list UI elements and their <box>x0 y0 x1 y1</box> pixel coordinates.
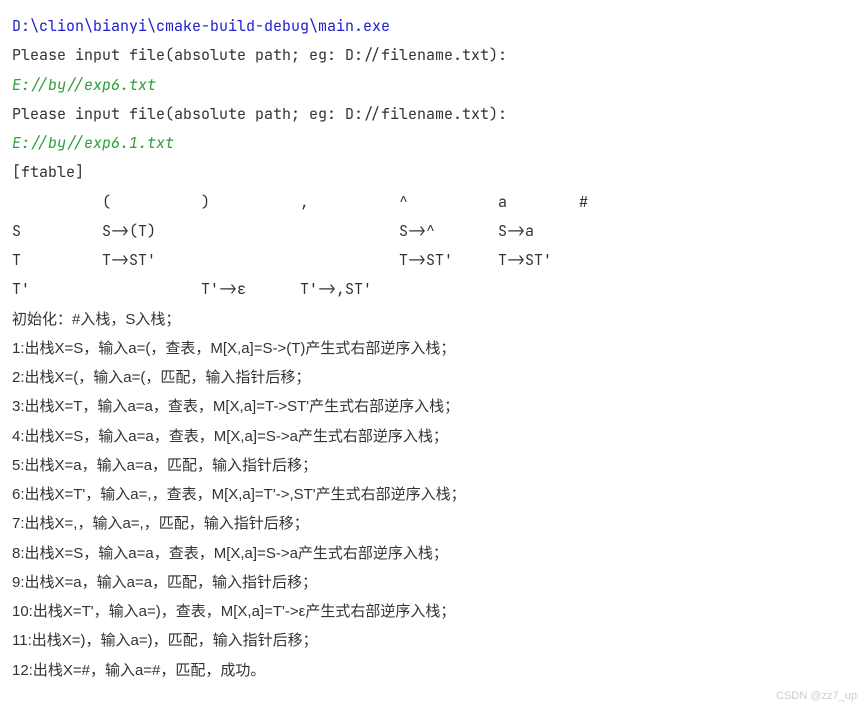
executable-path: D:\clion\bianyi\cmake-build-debug\main.e… <box>12 12 853 41</box>
ftable-row-s: S S->(T) S->^ S->a <box>12 217 853 246</box>
step-10: 10:出栈X=T'，输入a=)，查表，M[X,a]=T'->ε产生式右部逆序入栈… <box>12 597 853 626</box>
ftable-row-tprime: T' T'->ε T'->,ST' <box>12 275 853 304</box>
ftable-row-t: T T->ST' T->ST' T->ST' <box>12 246 853 275</box>
step-2: 2:出栈X=(，输入a=(，匹配，输入指针后移； <box>12 363 853 392</box>
step-12: 12:出栈X=#，输入a=#，匹配，成功。 <box>12 656 853 685</box>
init-line: 初始化：#入栈，S入栈； <box>12 305 853 334</box>
ftable-header: ( ) , ^ a # <box>12 188 853 217</box>
user-input-2: E://by//exp6.1.txt <box>12 129 853 158</box>
ftable-label: [ftable] <box>12 158 853 187</box>
step-1: 1:出栈X=S，输入a=(，查表，M[X,a]=S->(T)产生式右部逆序入栈； <box>12 334 853 363</box>
step-5: 5:出栈X=a，输入a=a，匹配，输入指针后移； <box>12 451 853 480</box>
file-prompt-2: Please input file(absolute path; eg: D:/… <box>12 100 853 129</box>
step-7: 7:出栈X=,，输入a=,，匹配，输入指针后移； <box>12 509 853 538</box>
step-11: 11:出栈X=)，输入a=)，匹配，输入指针后移； <box>12 626 853 655</box>
console-output: D:\clion\bianyi\cmake-build-debug\main.e… <box>12 12 853 685</box>
user-input-1: E://by//exp6.txt <box>12 71 853 100</box>
step-9: 9:出栈X=a，输入a=a，匹配，输入指针后移； <box>12 568 853 597</box>
step-6: 6:出栈X=T'，输入a=,，查表，M[X,a]=T'->,ST'产生式右部逆序… <box>12 480 853 509</box>
step-3: 3:出栈X=T，输入a=a，查表，M[X,a]=T->ST'产生式右部逆序入栈； <box>12 392 853 421</box>
step-4: 4:出栈X=S，输入a=a，查表，M[X,a]=S->a产生式右部逆序入栈； <box>12 422 853 451</box>
file-prompt-1: Please input file(absolute path; eg: D:/… <box>12 41 853 70</box>
watermark: CSDN @zz7_up <box>776 686 857 707</box>
step-8: 8:出栈X=S，输入a=a，查表，M[X,a]=S->a产生式右部逆序入栈； <box>12 539 853 568</box>
